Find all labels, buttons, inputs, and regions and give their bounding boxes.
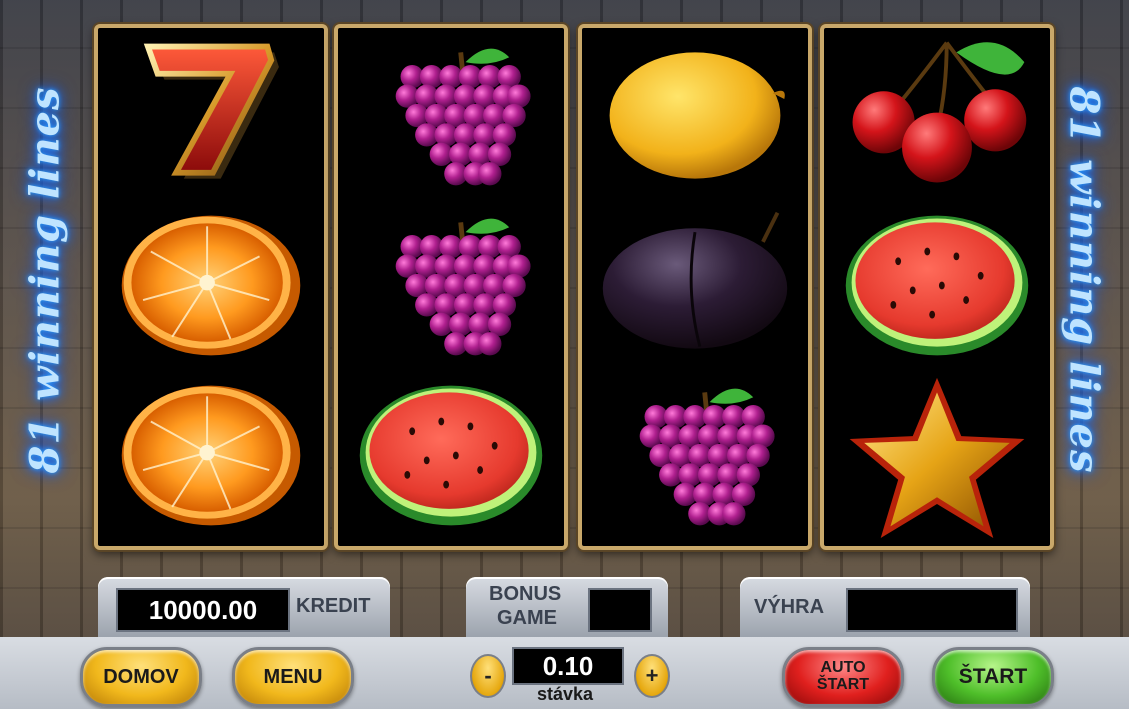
auto-start-label-line2: ŠTART [816, 676, 870, 693]
bet-decrease-button[interactable]: - [470, 654, 506, 698]
winning-lines-text-right: 81 winning lines [1060, 86, 1108, 474]
home-button[interactable]: DOMOV [80, 647, 202, 707]
winning-lines-text-left: 81 winning lines [21, 86, 69, 474]
plum-icon [582, 200, 808, 370]
reel-1 [94, 24, 328, 550]
menu-button-label: MENU [263, 665, 323, 688]
grapes-icon [338, 30, 564, 200]
lemon-icon [582, 30, 808, 200]
orange-icon [98, 200, 324, 370]
bonus-label-line2: GAME [497, 607, 557, 629]
credit-display: 10000.00 [116, 588, 290, 632]
win-label: VÝHRA [754, 596, 825, 618]
bet-increase-button[interactable]: + [634, 654, 670, 698]
credit-value: 10000.00 [148, 594, 258, 625]
plus-icon: + [645, 663, 659, 688]
start-button-label: ŠTART [958, 664, 1028, 688]
bet-display: 0.10 [512, 647, 624, 685]
seven-icon [98, 30, 324, 200]
reel-2 [334, 24, 568, 550]
reel-3 [578, 24, 812, 550]
grapes-icon [338, 200, 564, 370]
cherries-icon [824, 30, 1050, 200]
auto-start-button[interactable]: AUTO ŠTART [782, 647, 904, 707]
auto-start-label-line1: AUTO [820, 659, 866, 677]
reel-4 [820, 24, 1054, 550]
watermelon-icon [338, 370, 564, 540]
bonus-display [588, 588, 652, 632]
grapes-icon [582, 370, 808, 540]
win-display [846, 588, 1018, 632]
bonus-label-line1: BONUS [489, 583, 562, 605]
star-icon [824, 370, 1050, 540]
bet-value: 0.10 [542, 650, 594, 681]
home-button-label: DOMOV [103, 665, 179, 688]
start-button[interactable]: ŠTART [932, 647, 1054, 707]
bet-label: stávka [537, 684, 594, 704]
menu-button[interactable]: MENU [232, 647, 354, 707]
minus-icon: - [484, 663, 492, 688]
watermelon-icon [824, 200, 1050, 370]
credit-label: KREDIT [296, 595, 371, 617]
orange-icon [98, 370, 324, 540]
